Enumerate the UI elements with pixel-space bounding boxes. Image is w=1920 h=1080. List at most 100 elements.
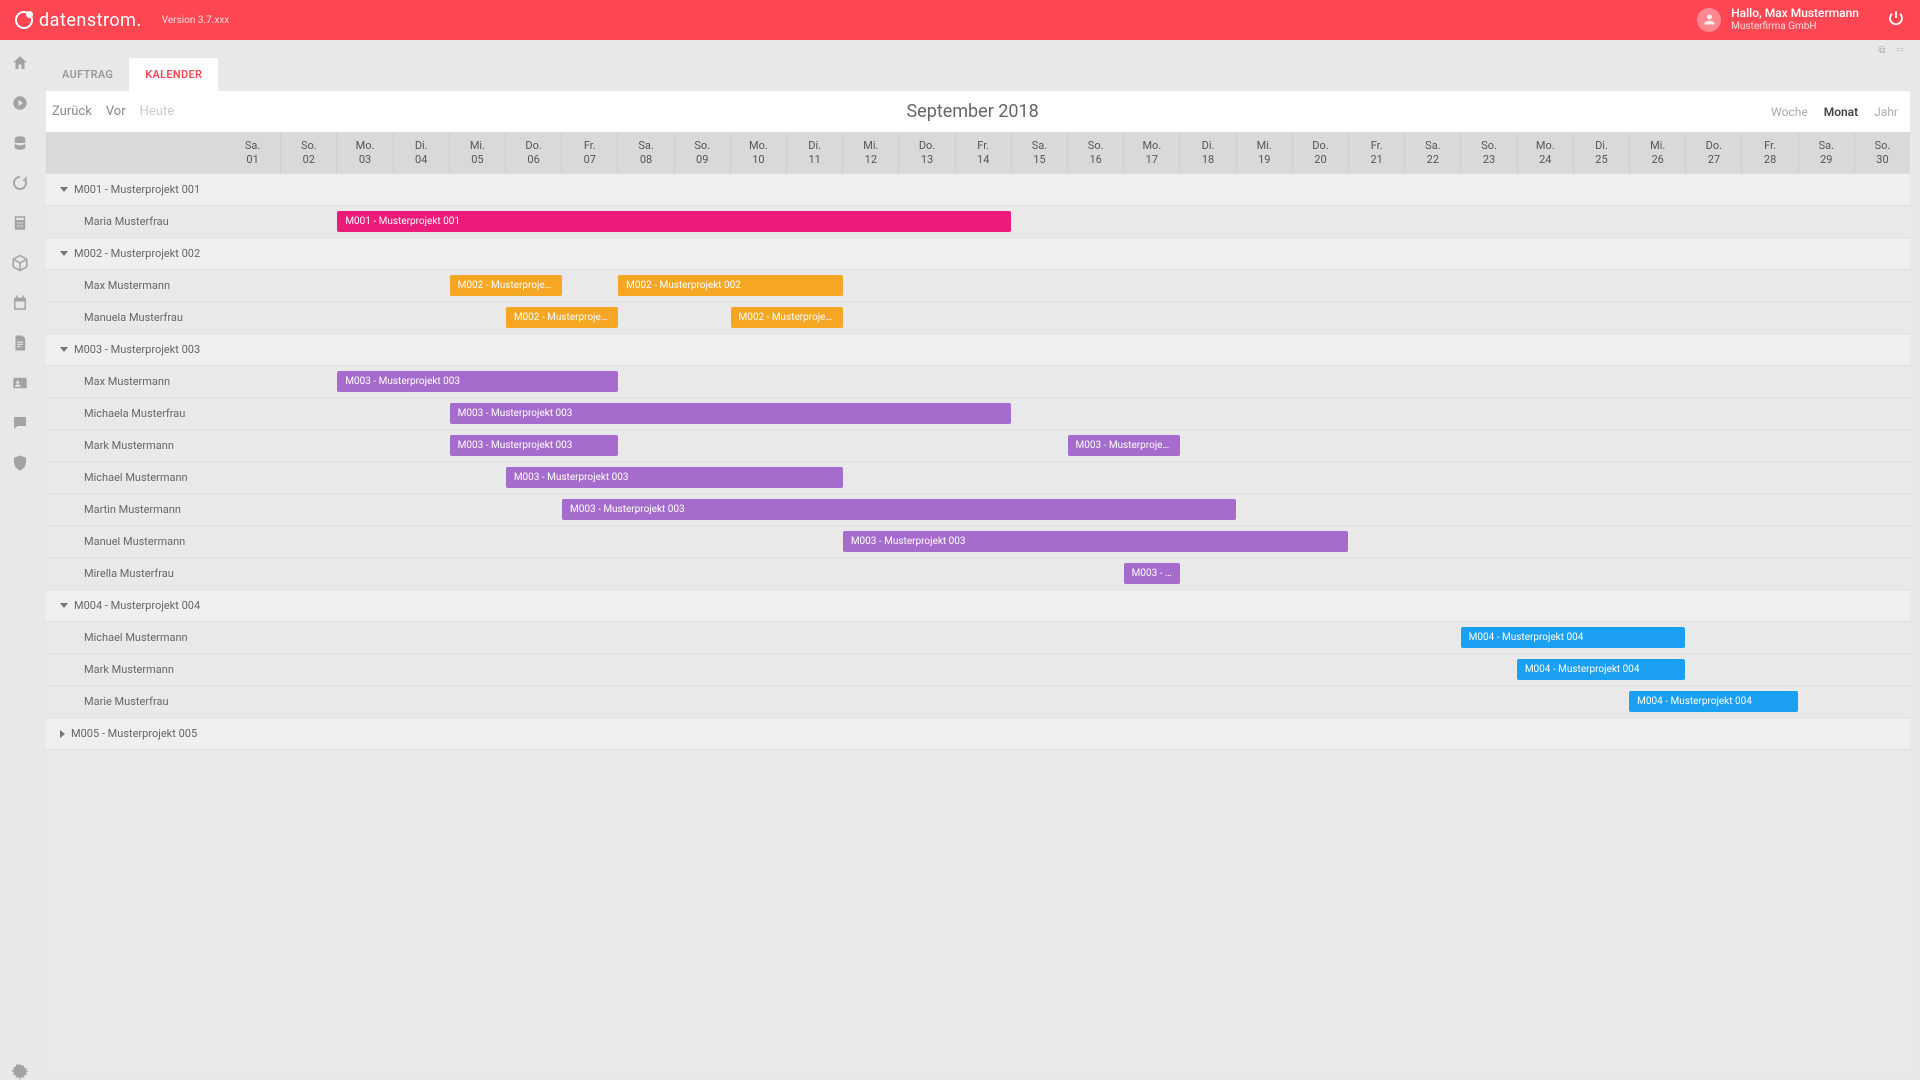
day-header: So.23 bbox=[1460, 133, 1516, 173]
gantt-track: M003 - Musterprojekt 003 bbox=[225, 366, 1910, 397]
row-header-spacer bbox=[46, 133, 225, 173]
day-header: So.02 bbox=[280, 133, 336, 173]
group-row[interactable]: M001 - Musterprojekt 001 bbox=[46, 174, 225, 205]
group-name: M002 - Musterprojekt 002 bbox=[74, 247, 200, 260]
group-row[interactable]: M003 - Musterprojekt 003 bbox=[46, 334, 225, 365]
caret-icon[interactable] bbox=[60, 730, 65, 738]
day-header: So.16 bbox=[1067, 133, 1123, 173]
person-row: Michael Mustermann bbox=[46, 462, 225, 493]
refresh-icon[interactable] bbox=[11, 174, 29, 192]
day-header: Mi.19 bbox=[1236, 133, 1292, 173]
gantt-body[interactable]: M001 - Musterprojekt 001Maria Musterfrau… bbox=[46, 174, 1910, 1070]
day-header: Di.04 bbox=[393, 133, 449, 173]
view-month[interactable]: Monat bbox=[1824, 105, 1858, 119]
day-header: Fr.28 bbox=[1741, 133, 1797, 173]
calculator-icon[interactable] bbox=[11, 214, 29, 232]
day-header: Fr.21 bbox=[1348, 133, 1404, 173]
gantt-bar[interactable]: M002 - Musterprojekt 002 bbox=[618, 275, 843, 296]
day-header: Di.11 bbox=[786, 133, 842, 173]
gantt-bar[interactable]: M003 - Musterproje… bbox=[1068, 435, 1180, 456]
chat-icon[interactable] bbox=[11, 414, 29, 432]
day-header: So.09 bbox=[674, 133, 730, 173]
gantt-track: M003 - Musterprojekt 003 bbox=[225, 462, 1910, 493]
gantt-track: M002 - Musterproje… M002 - Musterprojekt … bbox=[225, 270, 1910, 301]
tab-auftrag[interactable]: AUFTRAG bbox=[46, 58, 129, 91]
calendar-icon[interactable] bbox=[11, 294, 29, 312]
day-header: Mi.26 bbox=[1629, 133, 1685, 173]
gantt-track: M003 - … bbox=[225, 558, 1910, 589]
logout-button[interactable] bbox=[1887, 9, 1905, 30]
view-week[interactable]: Woche bbox=[1771, 105, 1808, 119]
day-header: Mo.24 bbox=[1517, 133, 1573, 173]
gantt-bar[interactable]: M003 - Musterprojekt 003 bbox=[562, 499, 1236, 520]
caret-icon[interactable] bbox=[60, 603, 68, 608]
day-header: Di.25 bbox=[1573, 133, 1629, 173]
day-header: Mo.03 bbox=[336, 133, 392, 173]
gantt-bar[interactable]: M004 - Musterprojekt 004 bbox=[1629, 691, 1798, 712]
person-row: Martin Mustermann bbox=[46, 494, 225, 525]
person-row: Max Mustermann bbox=[46, 366, 225, 397]
caret-icon[interactable] bbox=[60, 251, 68, 256]
day-header: Fr.07 bbox=[561, 133, 617, 173]
caret-icon[interactable] bbox=[60, 347, 68, 352]
brand-logo[interactable]: datenstrom. bbox=[15, 10, 142, 31]
gantt-bar[interactable]: M003 - … bbox=[1124, 563, 1180, 584]
gantt-bar[interactable]: M004 - Musterprojekt 004 bbox=[1517, 659, 1686, 680]
topbar: datenstrom. Version 3.7.xxx Hallo, Max M… bbox=[0, 0, 1920, 40]
person-row: Marie Musterfrau bbox=[46, 686, 225, 717]
day-header: Sa.01 bbox=[225, 133, 280, 173]
person-row: Mark Mustermann bbox=[46, 654, 225, 685]
nav-back-button[interactable]: Zurück bbox=[52, 104, 92, 119]
group-row[interactable]: M005 - Musterprojekt 005 bbox=[46, 718, 225, 749]
user-area[interactable]: Hallo, Max Mustermann Musterfirma GmbH bbox=[1697, 7, 1905, 32]
day-header: Fr.14 bbox=[955, 133, 1011, 173]
cube-icon[interactable] bbox=[11, 254, 29, 272]
gantt-bar[interactable]: M003 - Musterprojekt 003 bbox=[450, 403, 1012, 424]
nav-today-button[interactable]: Heute bbox=[140, 104, 174, 119]
person-row: Michaela Musterfrau bbox=[46, 398, 225, 429]
gantt-track: M003 - Musterprojekt 003 bbox=[225, 494, 1910, 525]
day-header: So.30 bbox=[1854, 133, 1910, 173]
day-header: Mi.05 bbox=[449, 133, 505, 173]
gantt-bar[interactable]: M003 - Musterprojekt 003 bbox=[337, 371, 618, 392]
caret-icon[interactable] bbox=[60, 187, 68, 192]
avatar-icon bbox=[1697, 8, 1721, 32]
gantt-track: M001 - Musterprojekt 001 bbox=[225, 206, 1910, 237]
group-row[interactable]: M004 - Musterprojekt 004 bbox=[46, 590, 225, 621]
brand-name: datenstrom. bbox=[39, 10, 142, 31]
group-track bbox=[225, 238, 1910, 269]
shield-icon[interactable] bbox=[11, 454, 29, 472]
day-header: Do.13 bbox=[898, 133, 954, 173]
play-icon[interactable] bbox=[11, 94, 29, 112]
gantt-bar[interactable]: M003 - Musterprojekt 003 bbox=[506, 467, 843, 488]
gantt-bar[interactable]: M002 - Musterproje… bbox=[450, 275, 562, 296]
person-row: Manuela Musterfrau bbox=[46, 302, 225, 333]
group-row[interactable]: M002 - Musterprojekt 002 bbox=[46, 238, 225, 269]
gantt-bar[interactable]: M003 - Musterprojekt 003 bbox=[843, 531, 1349, 552]
gantt-bar[interactable]: M001 - Musterprojekt 001 bbox=[337, 211, 1011, 232]
group-name: M003 - Musterprojekt 003 bbox=[74, 343, 200, 356]
database-icon[interactable] bbox=[11, 134, 29, 152]
gantt-bar[interactable]: M002 - Musterproje… bbox=[506, 307, 618, 328]
day-header: Mo.10 bbox=[730, 133, 786, 173]
gantt-bar[interactable]: M003 - Musterprojekt 003 bbox=[450, 435, 619, 456]
gantt-track: M004 - Musterprojekt 004 bbox=[225, 654, 1910, 685]
person-row: Max Mustermann bbox=[46, 270, 225, 301]
settings-icon[interactable] bbox=[11, 1062, 29, 1080]
user-greeting: Hallo, Max Mustermann bbox=[1731, 7, 1859, 21]
gantt-track: M003 - Musterprojekt 003 bbox=[225, 398, 1910, 429]
tab-kalender[interactable]: KALENDER bbox=[129, 58, 218, 91]
gantt-bar[interactable]: M002 - Musterproje… bbox=[731, 307, 843, 328]
day-header: Do.27 bbox=[1685, 133, 1741, 173]
home-icon[interactable] bbox=[11, 54, 29, 72]
gantt-bar[interactable]: M004 - Musterprojekt 004 bbox=[1461, 627, 1686, 648]
day-header: Sa.08 bbox=[617, 133, 673, 173]
window-controls[interactable]: ⧉ ⚏ bbox=[46, 43, 1910, 58]
gantt-track: M004 - Musterprojekt 004 bbox=[225, 622, 1910, 653]
nav-forward-button[interactable]: Vor bbox=[106, 104, 126, 119]
person-row: Maria Musterfrau bbox=[46, 206, 225, 237]
day-header: Sa.22 bbox=[1404, 133, 1460, 173]
view-year[interactable]: Jahr bbox=[1874, 105, 1898, 119]
document-icon[interactable] bbox=[11, 334, 29, 352]
contacts-icon[interactable] bbox=[11, 374, 29, 392]
